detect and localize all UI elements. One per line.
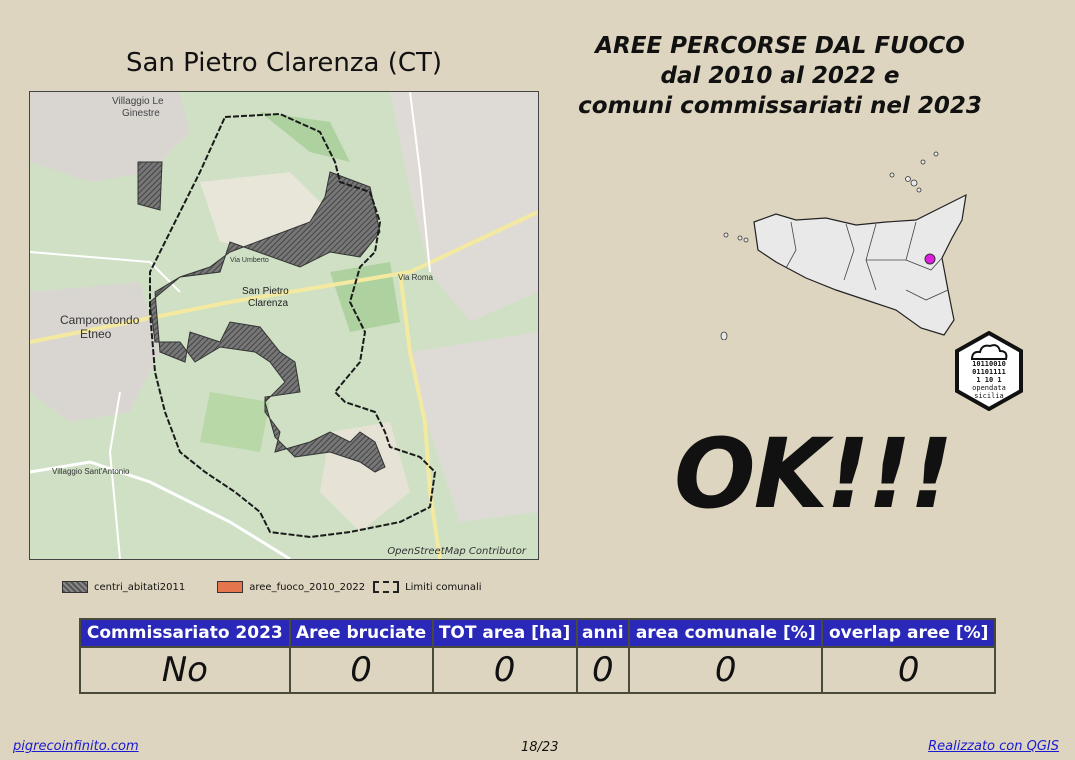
legend-swatch-limiti xyxy=(373,581,400,593)
td-anni: 0 xyxy=(575,646,631,694)
label-san-pietro: San Pietro xyxy=(242,286,289,297)
footer-site-link[interactable]: pigrecoinfinito.com xyxy=(13,739,139,754)
island-pantelleria xyxy=(720,331,728,340)
map-title: San Pietro Clarenza (CT) xyxy=(125,48,443,78)
label-via-umberto: Via Umberto xyxy=(230,257,269,264)
td-area-comunale: 0 xyxy=(628,646,824,694)
location-marker xyxy=(924,253,936,265)
map-canvas: Camporotondo Etneo Villaggio Le Ginestre… xyxy=(30,92,538,559)
header-line-2: dal 2010 al 2022 e xyxy=(660,62,900,89)
sicily-locator-map xyxy=(720,151,967,340)
island-egadi-1 xyxy=(723,232,729,238)
td-tot-area: 0 xyxy=(431,646,578,694)
th-aree-bruciate: Aree bruciate xyxy=(288,618,434,648)
logo-bits-3: 1 10 1 xyxy=(976,376,1002,384)
island-2 xyxy=(920,159,926,165)
island-1 xyxy=(933,151,939,157)
td-commissariato: No xyxy=(79,646,291,694)
th-anni: anni xyxy=(575,618,631,648)
island-6 xyxy=(916,187,922,193)
footer-qgis-link[interactable]: Realizzato con QGIS xyxy=(928,739,1059,754)
legend-swatch-centri xyxy=(62,581,88,593)
label-clarenza: Clarenza xyxy=(248,298,288,309)
green-area-3 xyxy=(200,392,270,452)
island-egadi-3 xyxy=(743,237,749,243)
table-row: No 0 0 0 0 0 xyxy=(79,646,996,694)
header-line-3: comuni commissariati nel 2023 xyxy=(578,92,982,119)
legend-label-fuoco: aree_fuoco_2010_2022 xyxy=(249,581,366,593)
logo-text-opendata: opendata xyxy=(972,384,1006,392)
legend-item-fuoco: aree_fuoco_2010_2022 xyxy=(217,581,365,593)
legend-item-limiti: Limiti comunali xyxy=(373,581,482,593)
island-5 xyxy=(910,179,918,187)
table-header-row: Commissariato 2023 Aree bruciate TOT are… xyxy=(79,618,996,648)
opendata-sicilia-logo: 10110010 01101111 1 10 1 opendata sicili… xyxy=(954,330,1024,415)
td-overlap: 0 xyxy=(821,646,996,694)
th-tot-area: TOT area [ha] xyxy=(431,618,578,648)
island-egadi-2 xyxy=(737,235,743,241)
page-header: AREE PERCORSE DAL FUOCO dal 2010 al 2022… xyxy=(560,32,1000,122)
legend-swatch-fuoco xyxy=(217,581,244,593)
legend-label-centri: centri_abitati2011 xyxy=(94,581,186,593)
label-ginestre: Ginestre xyxy=(122,108,160,119)
summary-table: Commissariato 2023 Aree bruciate TOT are… xyxy=(79,618,996,694)
header-line-1: AREE PERCORSE DAL FUOCO xyxy=(595,33,965,59)
label-villaggio: Villaggio Le xyxy=(112,96,164,107)
page-number: 18/23 xyxy=(521,740,559,755)
logo-bits-1: 10110010 xyxy=(972,360,1006,368)
logo-text-sicilia: sicilia xyxy=(974,392,1004,400)
label-via-roma: Via Roma xyxy=(398,273,434,282)
map-legend: centri_abitati2011 aree_fuoco_2010_2022 … xyxy=(62,578,490,596)
label-etneo: Etneo xyxy=(80,327,112,341)
logo-bits-2: 01101111 xyxy=(972,368,1006,376)
legend-label-limiti: Limiti comunali xyxy=(405,581,482,593)
sicily-island xyxy=(753,193,967,336)
td-aree-bruciate: 0 xyxy=(288,646,434,694)
island-3 xyxy=(889,172,895,178)
th-overlap: overlap aree [%] xyxy=(821,618,996,648)
label-camporotondo: Camporotondo xyxy=(60,313,140,327)
th-commissariato: Commissariato 2023 xyxy=(79,618,291,648)
island-4 xyxy=(905,176,911,182)
th-area-comunale: area comunale [%] xyxy=(628,618,824,648)
map-attribution: OpenStreetMap Contributor xyxy=(387,546,526,557)
municipality-map[interactable]: Camporotondo Etneo Villaggio Le Ginestre… xyxy=(29,91,539,560)
legend-item-centri: centri_abitati2011 xyxy=(62,581,185,593)
status-ok: OK!!! xyxy=(674,418,953,530)
label-sant-antonio: Villaggio Sant'Antonio xyxy=(52,467,130,476)
centro-abitato-north xyxy=(137,161,163,211)
